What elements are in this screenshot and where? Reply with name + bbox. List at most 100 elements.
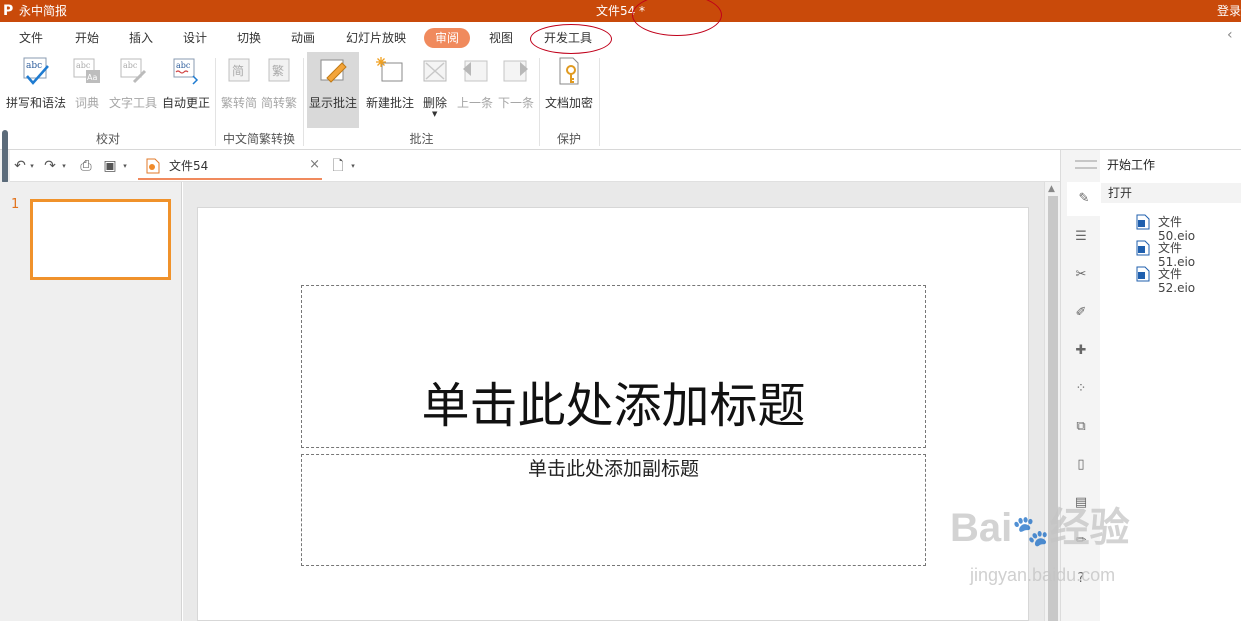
- ribbon-review: abc 拼写和语法 abc Aa 词典 abc 文字工具 abc 自动更正 校对: [0, 50, 1241, 150]
- ribbon-separator: [599, 58, 600, 146]
- show-comments-icon: [320, 59, 347, 83]
- panel-grip-top[interactable]: [2, 130, 8, 184]
- baidu-watermark: Bai🐾经验 jingyan.baidu.com: [950, 488, 1180, 598]
- autocorrect-icon: abc: [173, 58, 199, 85]
- document-title: 文件54 *: [595, 4, 646, 18]
- encrypt-document-icon: [559, 57, 579, 85]
- login-button[interactable]: 登录: [1217, 4, 1241, 18]
- next-comment-label: 下一条: [497, 96, 534, 110]
- settings-sliders-icon[interactable]: ☰: [1069, 226, 1093, 248]
- redo-icon[interactable]: ↷: [42, 158, 58, 174]
- pen-icon[interactable]: ✎: [1067, 182, 1101, 216]
- redo-dropdown-icon[interactable]: ▾: [60, 158, 68, 174]
- document-tab-label: 文件54: [169, 159, 209, 173]
- eio-file-icon: [1136, 266, 1150, 282]
- slide-thumbnail[interactable]: [30, 199, 171, 280]
- delete-comment-icon: [423, 60, 447, 82]
- collapse-ribbon-icon[interactable]: ‹: [1227, 28, 1237, 42]
- quick-toolbar: ↶ ▾ ↷ ▾ ⎙ ▣ ▾ 文件54 × 🗋 ▾: [0, 150, 1060, 182]
- open-label: 打开: [1108, 186, 1133, 200]
- title-bar: P 永中简报 文件54 * 登录: [0, 0, 1241, 22]
- trad-to-simp-icon: 简: [228, 58, 250, 82]
- dictionary-icon: abc Aa: [73, 58, 100, 83]
- autocorrect-button[interactable]: abc 自动更正: [160, 54, 212, 124]
- show-comments-label: 显示批注: [308, 96, 357, 110]
- spell-check-icon: abc: [23, 57, 49, 85]
- ribbon-separator: [303, 58, 304, 146]
- open-section[interactable]: 打开: [1101, 183, 1241, 203]
- slide[interactable]: 单击此处添加标题 单击此处添加副标题: [197, 207, 1029, 621]
- brush-icon[interactable]: ✐: [1069, 302, 1093, 324]
- menu-home[interactable]: 开始: [74, 28, 100, 48]
- new-document-dropdown-icon[interactable]: ▾: [348, 158, 358, 174]
- encrypt-document-button[interactable]: 文档加密: [543, 54, 595, 124]
- presentation-file-icon: [146, 158, 160, 174]
- document-tab[interactable]: 文件54 ×: [138, 152, 322, 180]
- menu-view[interactable]: 视图: [488, 28, 514, 48]
- shapes-icon[interactable]: ✚: [1069, 340, 1093, 362]
- prev-comment-label: 上一条: [456, 96, 493, 110]
- delete-comment-button[interactable]: 删除 ▼: [419, 54, 451, 124]
- dictionary-label: 词典: [74, 96, 99, 110]
- prev-comment-button[interactable]: 上一条: [455, 54, 495, 124]
- trad-to-simp-button[interactable]: 简 繁转简: [219, 54, 259, 124]
- group-comments-label: 批注: [409, 132, 434, 146]
- crop-icon[interactable]: ⧉: [1069, 416, 1093, 438]
- new-comment-label: 新建批注: [365, 96, 414, 110]
- simp-to-trad-button[interactable]: 繁 简转繁: [259, 54, 299, 124]
- spell-grammar-button[interactable]: abc 拼写和语法: [4, 54, 68, 124]
- svg-text:abc: abc: [26, 61, 42, 71]
- menu-review[interactable]: 审阅: [424, 28, 471, 48]
- text-tools-icon: abc: [120, 58, 147, 84]
- watermark-brand: Bai🐾经验: [950, 506, 1130, 550]
- menu-transitions[interactable]: 切换: [236, 28, 262, 48]
- dropdown-arrow-icon: ▼: [432, 110, 438, 118]
- task-pane-title: 开始工作: [1107, 158, 1156, 172]
- next-comment-button[interactable]: 下一条: [496, 54, 536, 124]
- scroll-up-icon[interactable]: ▲: [1048, 184, 1055, 194]
- recent-file-name: 文件50.eio: [1158, 215, 1196, 243]
- text-tools-button[interactable]: abc 文字工具: [106, 54, 160, 124]
- menu-insert[interactable]: 插入: [128, 28, 154, 48]
- watermark-url: jingyan.baidu.com: [970, 565, 1116, 585]
- tools-icon[interactable]: ✂: [1069, 264, 1093, 286]
- svg-text:Aa: Aa: [87, 73, 97, 82]
- dictionary-button[interactable]: abc Aa 词典: [70, 54, 104, 124]
- svg-text:简: 简: [232, 64, 244, 78]
- subtitle-placeholder-text: 单击此处添加副标题: [527, 458, 699, 480]
- recent-file-name: 文件52.eio: [1158, 267, 1196, 295]
- menu-slideshow[interactable]: 幻灯片放映: [344, 28, 408, 48]
- eio-file-icon: [1136, 214, 1150, 230]
- title-placeholder-text: 单击此处添加标题: [421, 378, 806, 434]
- subtitle-placeholder[interactable]: 单击此处添加副标题: [301, 454, 926, 566]
- print-preview-icon[interactable]: ⎙: [78, 158, 94, 174]
- new-comment-button[interactable]: 新建批注: [363, 54, 417, 124]
- group-proofing-label: 校对: [95, 132, 120, 146]
- undo-dropdown-icon[interactable]: ▾: [28, 158, 36, 174]
- svg-text:abc: abc: [76, 61, 91, 70]
- simp-to-trad-label: 简转繁: [260, 96, 297, 110]
- svg-text:abc: abc: [176, 61, 191, 70]
- menu-animations[interactable]: 动画: [290, 28, 316, 48]
- save-icon[interactable]: ▣: [102, 158, 118, 174]
- next-comment-icon: [503, 60, 528, 82]
- menu-lines-icon[interactable]: [1075, 160, 1097, 170]
- clipboard-icon[interactable]: ▯: [1069, 454, 1093, 476]
- group-chinese-conversion-label: 中文简繁转换: [222, 132, 295, 146]
- grid-icon[interactable]: ⁘: [1069, 378, 1093, 400]
- title-placeholder[interactable]: 单击此处添加标题: [301, 285, 926, 448]
- text-tools-label: 文字工具: [108, 96, 157, 110]
- eio-file-icon: [1136, 240, 1150, 256]
- undo-icon[interactable]: ↶: [12, 158, 28, 174]
- new-document-icon[interactable]: 🗋: [330, 158, 346, 174]
- slide-canvas-area: 单击此处添加标题 单击此处添加副标题: [183, 182, 1044, 621]
- menu-design[interactable]: 设计: [182, 28, 208, 48]
- close-tab-icon[interactable]: ×: [309, 158, 320, 172]
- menu-file[interactable]: 文件: [18, 28, 44, 48]
- autocorrect-label: 自动更正: [161, 96, 210, 110]
- slide-number: 1: [11, 197, 20, 212]
- simp-to-trad-icon: 繁: [268, 58, 290, 82]
- show-comments-button[interactable]: 显示批注: [307, 52, 359, 128]
- customize-toolbar-icon[interactable]: ▾: [120, 158, 130, 174]
- svg-text:繁: 繁: [272, 63, 284, 78]
